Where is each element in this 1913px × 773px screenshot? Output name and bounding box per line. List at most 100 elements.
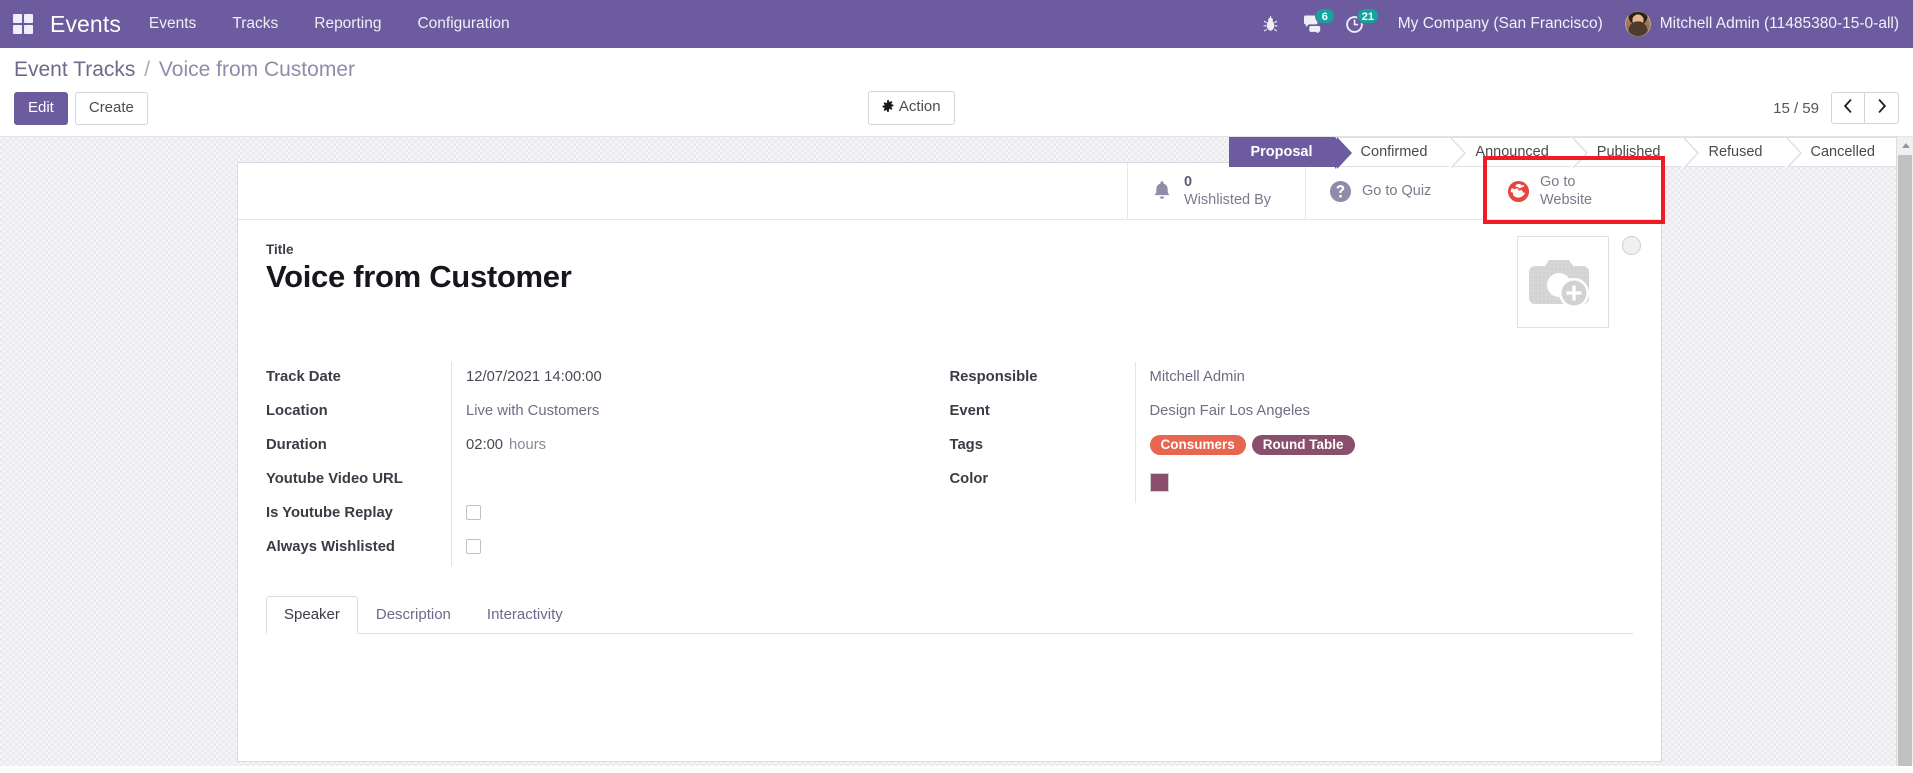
field-label: Track Date	[266, 368, 341, 385]
field-value-wrap[interactable]: 02:00 hours	[452, 430, 950, 460]
pager-next-button[interactable]	[1865, 92, 1899, 125]
menu-item-tracks[interactable]: Tracks	[214, 0, 296, 48]
tab-speaker[interactable]: Speaker	[266, 595, 358, 634]
status-step-proposal[interactable]: Proposal	[1229, 137, 1352, 170]
field-tags: Tags Consumers Round Table	[950, 429, 1634, 464]
field-youtube-video-url: Youtube Video URL	[266, 463, 950, 498]
main-menu: Events Tracks Reporting Configuration	[131, 0, 528, 48]
priority-circle-icon[interactable]	[1622, 236, 1641, 256]
field-responsible: Responsible Mitchell Admin	[950, 361, 1634, 396]
gear-icon	[882, 98, 894, 118]
field-value-wrap	[452, 498, 950, 529]
field-is-youtube-replay: Is Youtube Replay	[266, 497, 950, 532]
breadcrumb-separator: /	[144, 58, 151, 81]
menu-item-events[interactable]: Events	[131, 0, 214, 48]
field-label: Always Wishlisted	[266, 538, 395, 555]
bell-icon	[1150, 179, 1174, 203]
pager-previous-button[interactable]	[1831, 92, 1865, 125]
question-circle-icon	[1328, 179, 1352, 203]
go-to-quiz-label: Go to Quiz	[1362, 182, 1432, 199]
tag-round-table[interactable]: Round Table	[1251, 434, 1355, 455]
top-navbar: Events Events Tracks Reporting Configura…	[0, 0, 1913, 48]
navbar-right: 6 21 My Company (San Francisco) Mitchell…	[1250, 0, 1913, 48]
tab-interactivity[interactable]: Interactivity	[469, 596, 581, 634]
always-wishlisted-checkbox[interactable]	[466, 538, 481, 554]
action-button[interactable]: Action	[867, 91, 955, 126]
control-panel-row: Edit Create Action 15 / 59	[14, 82, 1899, 136]
messages-icon[interactable]: 6	[1292, 0, 1335, 48]
wishlisted-label: Wishlisted By	[1184, 192, 1272, 209]
user-menu[interactable]: Mitchell Admin (11485380-15-0-all)	[1619, 11, 1899, 37]
field-duration: Duration 02:00 hours	[266, 429, 950, 464]
control-buttons: Edit Create	[14, 91, 148, 125]
field-track-date: Track Date 12/07/2021 14:00:00	[266, 361, 950, 396]
pager-count: 15 / 59	[1773, 99, 1819, 117]
field-label: Youtube Video URL	[266, 470, 403, 487]
avatar	[1624, 11, 1651, 37]
form-view-content: Proposal Confirmed Announced Published R…	[0, 137, 1913, 767]
chevron-left-icon	[1843, 99, 1854, 117]
breadcrumb-current: Voice from Customer	[158, 58, 355, 81]
field-value-wrap	[452, 532, 950, 563]
field-event: Event Design Fair Los Angeles	[949, 395, 1634, 430]
bug-icon[interactable]	[1250, 0, 1292, 48]
tag-consumers[interactable]: Consumers	[1149, 434, 1246, 455]
pager: 15 / 59	[1773, 92, 1899, 125]
camera-add-icon[interactable]	[1517, 236, 1609, 329]
edit-button[interactable]: Edit	[14, 91, 68, 125]
chevron-right-icon	[1876, 99, 1887, 117]
company-switcher[interactable]: My Company (San Francisco)	[1376, 15, 1619, 33]
scrollbar-thumb[interactable]	[1898, 155, 1912, 767]
field-location: Location Live with Customers	[266, 395, 950, 430]
field-value[interactable]: Live with Customers	[452, 396, 950, 426]
field-label: Color	[949, 470, 989, 487]
field-label: Is Youtube Replay	[266, 504, 393, 521]
activity-clock-icon[interactable]: 21	[1334, 0, 1379, 48]
field-label: Location	[266, 402, 328, 419]
form-fields: Track Date 12/07/2021 14:00:00 Location …	[266, 361, 1634, 576]
field-value-wrap	[1136, 464, 1634, 503]
go-to-website-label: Go to Website	[1540, 173, 1592, 210]
title-value[interactable]: Voice from Customer	[266, 259, 1633, 296]
go-to-website-line1: Go to	[1540, 173, 1576, 190]
pager-buttons	[1831, 92, 1899, 125]
apps-grid-icon[interactable]	[0, 0, 46, 48]
duration-value: 02:00	[466, 436, 504, 453]
smart-button-wishlisted-by[interactable]: 0 Wishlisted By	[1127, 163, 1305, 220]
field-label: Duration	[266, 436, 327, 453]
tab-description[interactable]: Description	[358, 596, 469, 634]
title-group: Title Voice from Customer	[266, 242, 1633, 296]
breadcrumb: Event Tracks / Voice from Customer	[14, 48, 1899, 82]
wishlisted-count: 0	[1184, 173, 1193, 190]
notebook-tabs: Speaker Description Interactivity	[266, 595, 1633, 634]
create-button[interactable]: Create	[74, 91, 148, 125]
title-label: Title	[266, 242, 294, 258]
status-step-confirmed[interactable]: Confirmed	[1334, 137, 1467, 170]
breadcrumb-parent[interactable]: Event Tracks	[14, 58, 135, 81]
is-youtube-replay-checkbox[interactable]	[466, 504, 481, 520]
color-swatch[interactable]	[1149, 472, 1169, 492]
messages-badge: 6	[1314, 8, 1335, 24]
field-always-wishlisted: Always Wishlisted	[266, 531, 950, 566]
form-body: Title Voice from Customer Track Date 12/…	[238, 220, 1661, 576]
menu-item-reporting[interactable]: Reporting	[296, 0, 399, 48]
activity-badge: 21	[1356, 8, 1379, 24]
field-label: Event	[949, 402, 990, 419]
field-color: Color	[949, 463, 1634, 503]
menu-item-configuration[interactable]: Configuration	[399, 0, 527, 48]
field-value[interactable]	[452, 464, 950, 484]
statusbar: Proposal Confirmed Announced Published R…	[1229, 137, 1897, 170]
vertical-scrollbar[interactable]	[1896, 137, 1913, 767]
app-brand[interactable]: Events	[46, 11, 131, 38]
field-value[interactable]: 12/07/2021 14:00:00	[452, 362, 950, 392]
control-panel: Event Tracks / Voice from Customer Edit …	[0, 48, 1913, 138]
scroll-up-arrow-icon[interactable]	[1897, 137, 1913, 155]
smart-button-go-to-quiz[interactable]: Go to Quiz	[1305, 163, 1483, 220]
field-value[interactable]: Mitchell Admin	[1136, 362, 1634, 392]
form-column-left: Track Date 12/07/2021 14:00:00 Location …	[266, 361, 950, 566]
globe-icon	[1506, 179, 1530, 203]
smart-button-go-to-website[interactable]: Go to Website	[1483, 163, 1661, 220]
status-step-announced[interactable]: Announced	[1449, 137, 1589, 170]
field-value[interactable]: Design Fair Los Angeles	[1136, 396, 1634, 426]
form-column-right: Responsible Mitchell Admin Event Design …	[949, 361, 1634, 566]
